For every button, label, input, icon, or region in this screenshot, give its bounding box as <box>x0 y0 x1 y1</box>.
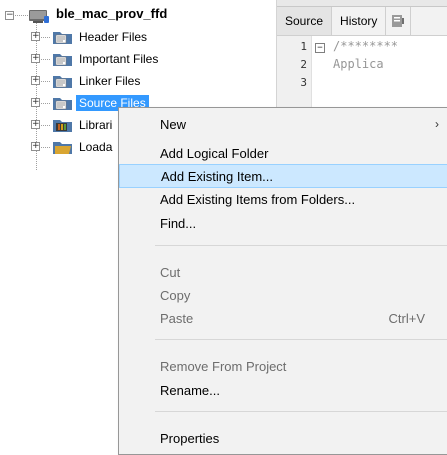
menu-item-remove-from-project[interactable]: Remove From Project <box>119 354 447 378</box>
line-number: 3 <box>300 76 307 89</box>
last-edit-button[interactable] <box>386 7 412 35</box>
line-number: 1 <box>300 40 307 53</box>
context-menu: New › Add Logical Folder Add Existing It… <box>118 107 447 455</box>
menu-separator <box>155 245 447 246</box>
tab-source[interactable]: Source <box>277 7 333 35</box>
expand-toggle-icon[interactable]: + <box>31 76 40 85</box>
code-line: /******** <box>333 39 399 53</box>
menu-item-label: Remove From Project <box>160 358 287 374</box>
menu-item-label: New <box>160 116 187 132</box>
menu-item-add-existing-item[interactable]: Add Existing Item... <box>119 164 447 188</box>
editor-tab-strip <box>277 0 447 7</box>
menu-item-label: Cut <box>160 264 181 280</box>
tree-node-label: Librari <box>79 118 113 132</box>
menu-item-label: Add Logical Folder <box>160 145 269 161</box>
expand-toggle-icon[interactable]: + <box>31 120 40 129</box>
menu-item-cut[interactable]: Cut <box>119 260 447 284</box>
tree-node-label: Important Files <box>79 52 159 66</box>
tree-node-label: Linker Files <box>79 74 141 88</box>
source-folder-icon <box>53 98 72 110</box>
menu-item-rename[interactable]: Rename... <box>119 378 447 402</box>
menu-item-label: Rename... <box>160 382 220 398</box>
code-line: Applica <box>333 57 384 71</box>
tree-node-important-files[interactable]: + Important Files <box>0 49 276 69</box>
menu-item-shortcut: Ctrl+V <box>388 310 425 326</box>
editor-toolbar: Source History <box>277 7 447 36</box>
tab-history[interactable]: History <box>332 7 387 35</box>
tree-project-row[interactable]: − ble_mac_prov_ffd <box>0 6 276 26</box>
menu-item-copy[interactable]: Copy <box>119 283 447 307</box>
menu-item-new[interactable]: New › <box>119 112 447 136</box>
line-number: 2 <box>300 58 307 71</box>
menu-item-add-logical-folder[interactable]: Add Logical Folder <box>119 141 447 165</box>
fold-toggle-icon[interactable]: − <box>315 43 325 53</box>
menu-item-label: Find... <box>160 215 197 231</box>
loadables-folder-icon <box>53 142 72 154</box>
tree-node-label: Loada <box>79 140 113 154</box>
menu-item-label: Add Existing Item... <box>161 168 273 184</box>
back-history-icon <box>392 15 405 27</box>
menu-item-label: Paste <box>160 310 194 326</box>
submenu-arrow-icon: › <box>435 117 439 131</box>
menu-separator <box>155 339 447 340</box>
expand-toggle-icon[interactable]: + <box>31 54 40 63</box>
menu-item-properties[interactable]: Properties <box>119 426 447 450</box>
collapse-toggle-icon[interactable]: − <box>5 11 14 20</box>
menu-item-label: Copy <box>160 287 191 303</box>
project-icon <box>29 10 49 23</box>
header-folder-icon <box>53 32 72 44</box>
menu-item-add-existing-items-from-folders[interactable]: Add Existing Items from Folders... <box>119 187 447 211</box>
menu-separator <box>155 411 447 412</box>
expand-toggle-icon[interactable]: + <box>31 32 40 41</box>
linker-folder-icon <box>53 76 72 88</box>
menu-item-label: Properties <box>160 430 220 446</box>
tree-node-linker-files[interactable]: + Linker Files <box>0 71 276 91</box>
library-folder-icon <box>53 120 72 132</box>
project-name: ble_mac_prov_ffd <box>56 6 168 21</box>
important-folder-icon <box>53 54 72 66</box>
tree-node-header-files[interactable]: + Header Files <box>0 27 276 47</box>
menu-item-find[interactable]: Find... <box>119 211 447 235</box>
expand-toggle-icon[interactable]: + <box>31 142 40 151</box>
tree-node-label: Header Files <box>79 30 148 44</box>
menu-item-label: Add Existing Items from Folders... <box>160 191 356 207</box>
menu-item-paste[interactable]: Paste Ctrl+V <box>119 306 447 330</box>
expand-toggle-icon[interactable]: + <box>31 98 40 107</box>
